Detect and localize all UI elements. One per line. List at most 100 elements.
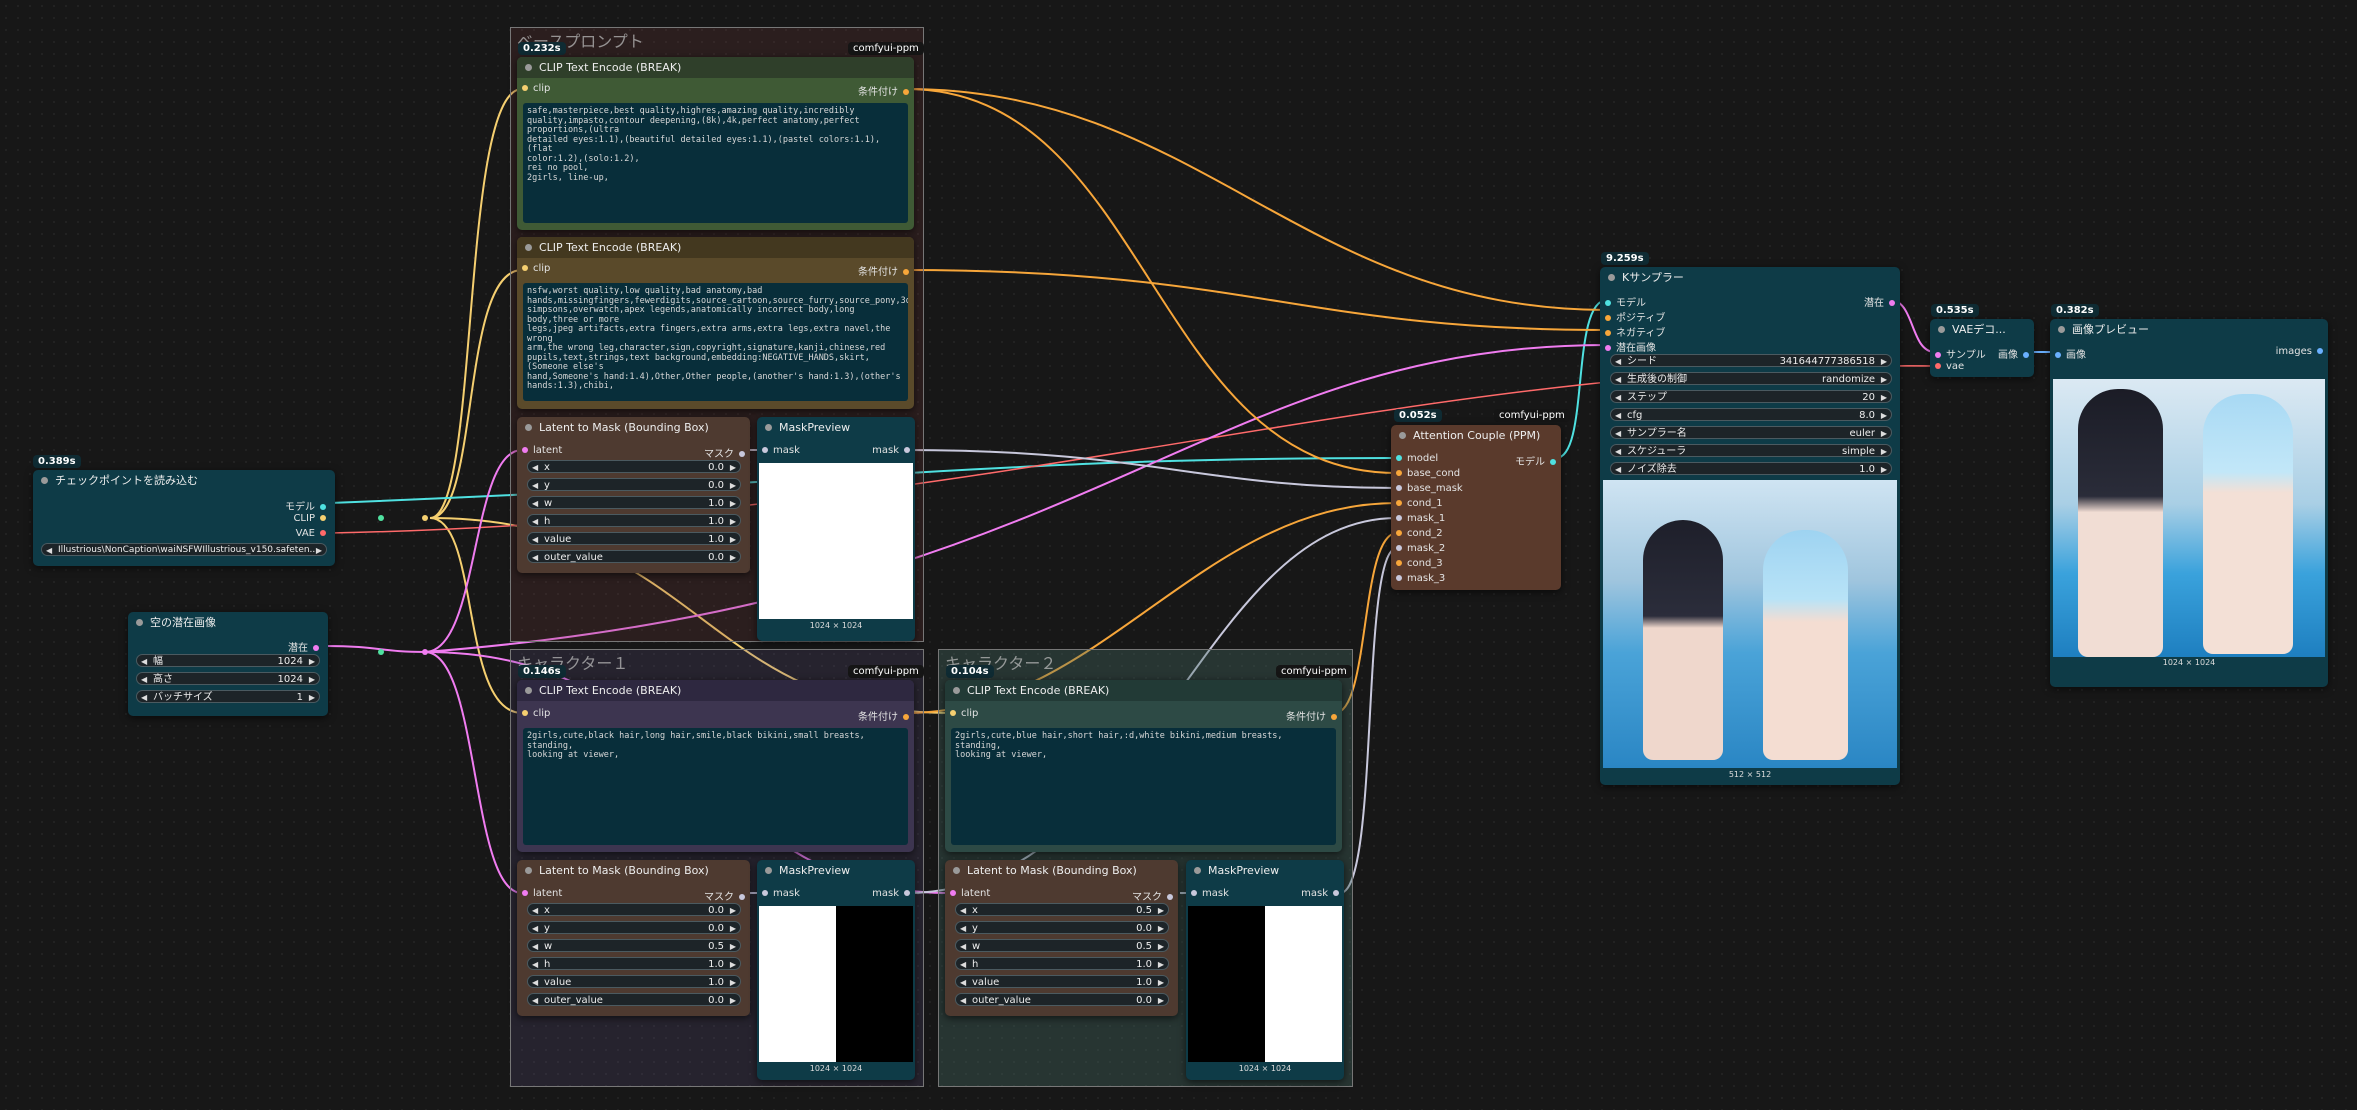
link-latent-1 [324, 645, 426, 653]
node-title: CLIP Text Encode (BREAK) [945, 680, 1342, 701]
output-images[interactable]: images [2276, 346, 2328, 357]
output-mask[interactable]: mask [1301, 888, 1344, 899]
output-conditioning[interactable]: 条件付け [858, 83, 914, 98]
input-images[interactable]: 画像 [2050, 346, 2086, 361]
cfg-widget[interactable]: cfg8.0 [1610, 408, 1892, 422]
input-clip[interactable]: clip [517, 263, 550, 274]
h-widget[interactable]: h1.0 [527, 957, 741, 971]
preview-size: 1024 × 1024 [2162, 658, 2216, 667]
mask-preview-char2-node[interactable]: MaskPreview mask mask 1024 × 1024 [1186, 860, 1344, 1080]
clip-encode-negative-node[interactable]: CLIP Text Encode (BREAK) clip 条件付け nsfw,… [517, 237, 914, 409]
input-mask[interactable]: mask [757, 888, 800, 899]
image-preview-node[interactable]: 画像プレビュー 画像 images 1024 × 1024 [2050, 319, 2328, 687]
input-base-mask[interactable]: base_mask [1391, 483, 1463, 494]
input-cond-2[interactable]: cond_2 [1391, 528, 1443, 539]
output-mask[interactable]: mask [872, 445, 915, 456]
input-mask[interactable]: mask [757, 445, 800, 456]
value-widget[interactable]: value1.0 [527, 975, 741, 989]
preview-size: 512 × 512 [1728, 770, 1772, 779]
h-widget[interactable]: h1.0 [527, 514, 741, 528]
input-latent-image[interactable]: 潜在画像 [1600, 339, 1656, 354]
y-widget[interactable]: y0.0 [955, 921, 1169, 935]
ksampler-node[interactable]: Kサンプラー モデル 潜在 ポジティブ ネガティブ 潜在画像 シード341644… [1600, 267, 1900, 785]
vae-decode-node[interactable]: VAEデコ... サンプル 画像 vae [1930, 319, 2034, 377]
input-cond-3[interactable]: cond_3 [1391, 558, 1443, 569]
sampler-name-widget[interactable]: サンプラー名euler [1610, 426, 1892, 440]
input-cond-1[interactable]: cond_1 [1391, 498, 1443, 509]
empty-latent-node[interactable]: 空の潜在画像 潜在 幅1024 高さ1024 バッチサイズ1 [128, 612, 328, 716]
output-conditioning[interactable]: 条件付け [858, 263, 914, 278]
outer-value-widget[interactable]: outer_value0.0 [527, 550, 741, 564]
w-widget[interactable]: w0.5 [527, 939, 741, 953]
input-mask[interactable]: mask [1186, 888, 1229, 899]
prompt-textarea[interactable]: nsfw,worst quality,low quality,bad anato… [523, 283, 908, 401]
width-widget[interactable]: 幅1024 [136, 654, 320, 668]
latent-to-mask-char1-node[interactable]: Latent to Mask (Bounding Box) latent マスク… [517, 860, 750, 1016]
h-widget[interactable]: h1.0 [955, 957, 1169, 971]
output-vae[interactable]: VAE [296, 528, 331, 539]
input-model[interactable]: モデル [1600, 294, 1646, 309]
latent-to-mask-base-node[interactable]: Latent to Mask (Bounding Box) latent マスク… [517, 417, 750, 573]
input-mask-3[interactable]: mask_3 [1391, 573, 1445, 584]
output-mask[interactable]: マスク [1132, 888, 1178, 903]
output-latent[interactable]: 潜在 [1864, 294, 1900, 309]
node-canvas[interactable]: ベースプロンプト キャラクター１ キャラクター２ 0.389s チェックポイント… [0, 0, 2357, 1110]
latent-to-mask-char2-node[interactable]: Latent to Mask (Bounding Box) latent マスク… [945, 860, 1178, 1016]
clip-encode-positive-node[interactable]: CLIP Text Encode (BREAK) clip 条件付け safe,… [517, 57, 914, 230]
output-mask[interactable]: マスク [704, 888, 750, 903]
input-latent[interactable]: latent [517, 445, 562, 456]
output-mask[interactable]: マスク [704, 445, 750, 460]
denoise-widget[interactable]: ノイズ除去1.0 [1610, 462, 1892, 476]
height-widget[interactable]: 高さ1024 [136, 672, 320, 686]
input-negative[interactable]: ネガティブ [1600, 324, 1665, 339]
x-widget[interactable]: x0.0 [527, 460, 741, 474]
prompt-textarea[interactable]: 2girls,cute,black hair,long hair,smile,b… [523, 728, 908, 845]
input-latent[interactable]: latent [945, 888, 990, 899]
mask-preview-base-node[interactable]: MaskPreview mask mask 1024 × 1024 [757, 417, 915, 641]
prompt-textarea[interactable]: 2girls,cute,blue hair,short hair,:d,whit… [951, 728, 1336, 845]
outer-value-widget[interactable]: outer_value0.0 [527, 993, 741, 1007]
clip-encode-char1-node[interactable]: CLIP Text Encode (BREAK) clip 条件付け 2girl… [517, 680, 914, 852]
w-widget[interactable]: w1.0 [527, 496, 741, 510]
output-image[interactable]: 画像 [1998, 346, 2034, 361]
input-mask-2[interactable]: mask_2 [1391, 543, 1445, 554]
prompt-textarea[interactable]: safe,masterpiece,best quality,highres,am… [523, 103, 908, 223]
input-positive[interactable]: ポジティブ [1600, 309, 1665, 324]
input-mask-1[interactable]: mask_1 [1391, 513, 1445, 524]
value-widget[interactable]: value1.0 [527, 532, 741, 546]
scheduler-widget[interactable]: スケジューラsimple [1610, 444, 1892, 458]
output-conditioning[interactable]: 条件付け [858, 708, 914, 723]
ckpt-name-combo[interactable]: Illustrious\NonCaption\waiNSFWIllustriou… [41, 543, 327, 557]
clip-encode-char2-node[interactable]: CLIP Text Encode (BREAK) clip 条件付け 2girl… [945, 680, 1342, 852]
x-widget[interactable]: x0.0 [527, 903, 741, 917]
y-widget[interactable]: y0.0 [527, 921, 741, 935]
input-vae[interactable]: vae [1930, 361, 1964, 372]
input-base-cond[interactable]: base_cond [1391, 468, 1460, 479]
output-model[interactable]: モデル [1515, 453, 1561, 468]
mask-preview-image [759, 906, 913, 1062]
input-clip[interactable]: clip [517, 708, 550, 719]
output-clip[interactable]: CLIP [293, 513, 331, 524]
output-mask[interactable]: mask [872, 888, 915, 899]
input-samples[interactable]: サンプル [1930, 346, 1986, 361]
batch-size-widget[interactable]: バッチサイズ1 [136, 690, 320, 704]
attention-couple-node[interactable]: Attention Couple (PPM) model モデル base_co… [1391, 425, 1561, 590]
input-clip[interactable]: clip [517, 83, 550, 94]
outer-value-widget[interactable]: outer_value0.0 [955, 993, 1169, 1007]
steps-widget[interactable]: ステップ20 [1610, 390, 1892, 404]
checkpoint-loader-node[interactable]: チェックポイントを読み込む モデル CLIP VAE Illustrious\N… [33, 470, 335, 566]
control-after-generate-widget[interactable]: 生成後の制御randomize [1610, 372, 1892, 386]
input-latent[interactable]: latent [517, 888, 562, 899]
w-widget[interactable]: w0.5 [955, 939, 1169, 953]
input-model[interactable]: model [1391, 453, 1438, 464]
input-clip[interactable]: clip [945, 708, 978, 719]
y-widget[interactable]: y0.0 [527, 478, 741, 492]
node-title: Kサンプラー [1600, 267, 1900, 288]
output-model[interactable]: モデル [285, 498, 331, 513]
output-latent[interactable]: 潜在 [288, 639, 324, 654]
value-widget[interactable]: value1.0 [955, 975, 1169, 989]
mask-preview-char1-node[interactable]: MaskPreview mask mask 1024 × 1024 [757, 860, 915, 1080]
output-conditioning[interactable]: 条件付け [1286, 708, 1342, 723]
x-widget[interactable]: x0.5 [955, 903, 1169, 917]
seed-widget[interactable]: シード341644777386518 [1610, 354, 1892, 368]
